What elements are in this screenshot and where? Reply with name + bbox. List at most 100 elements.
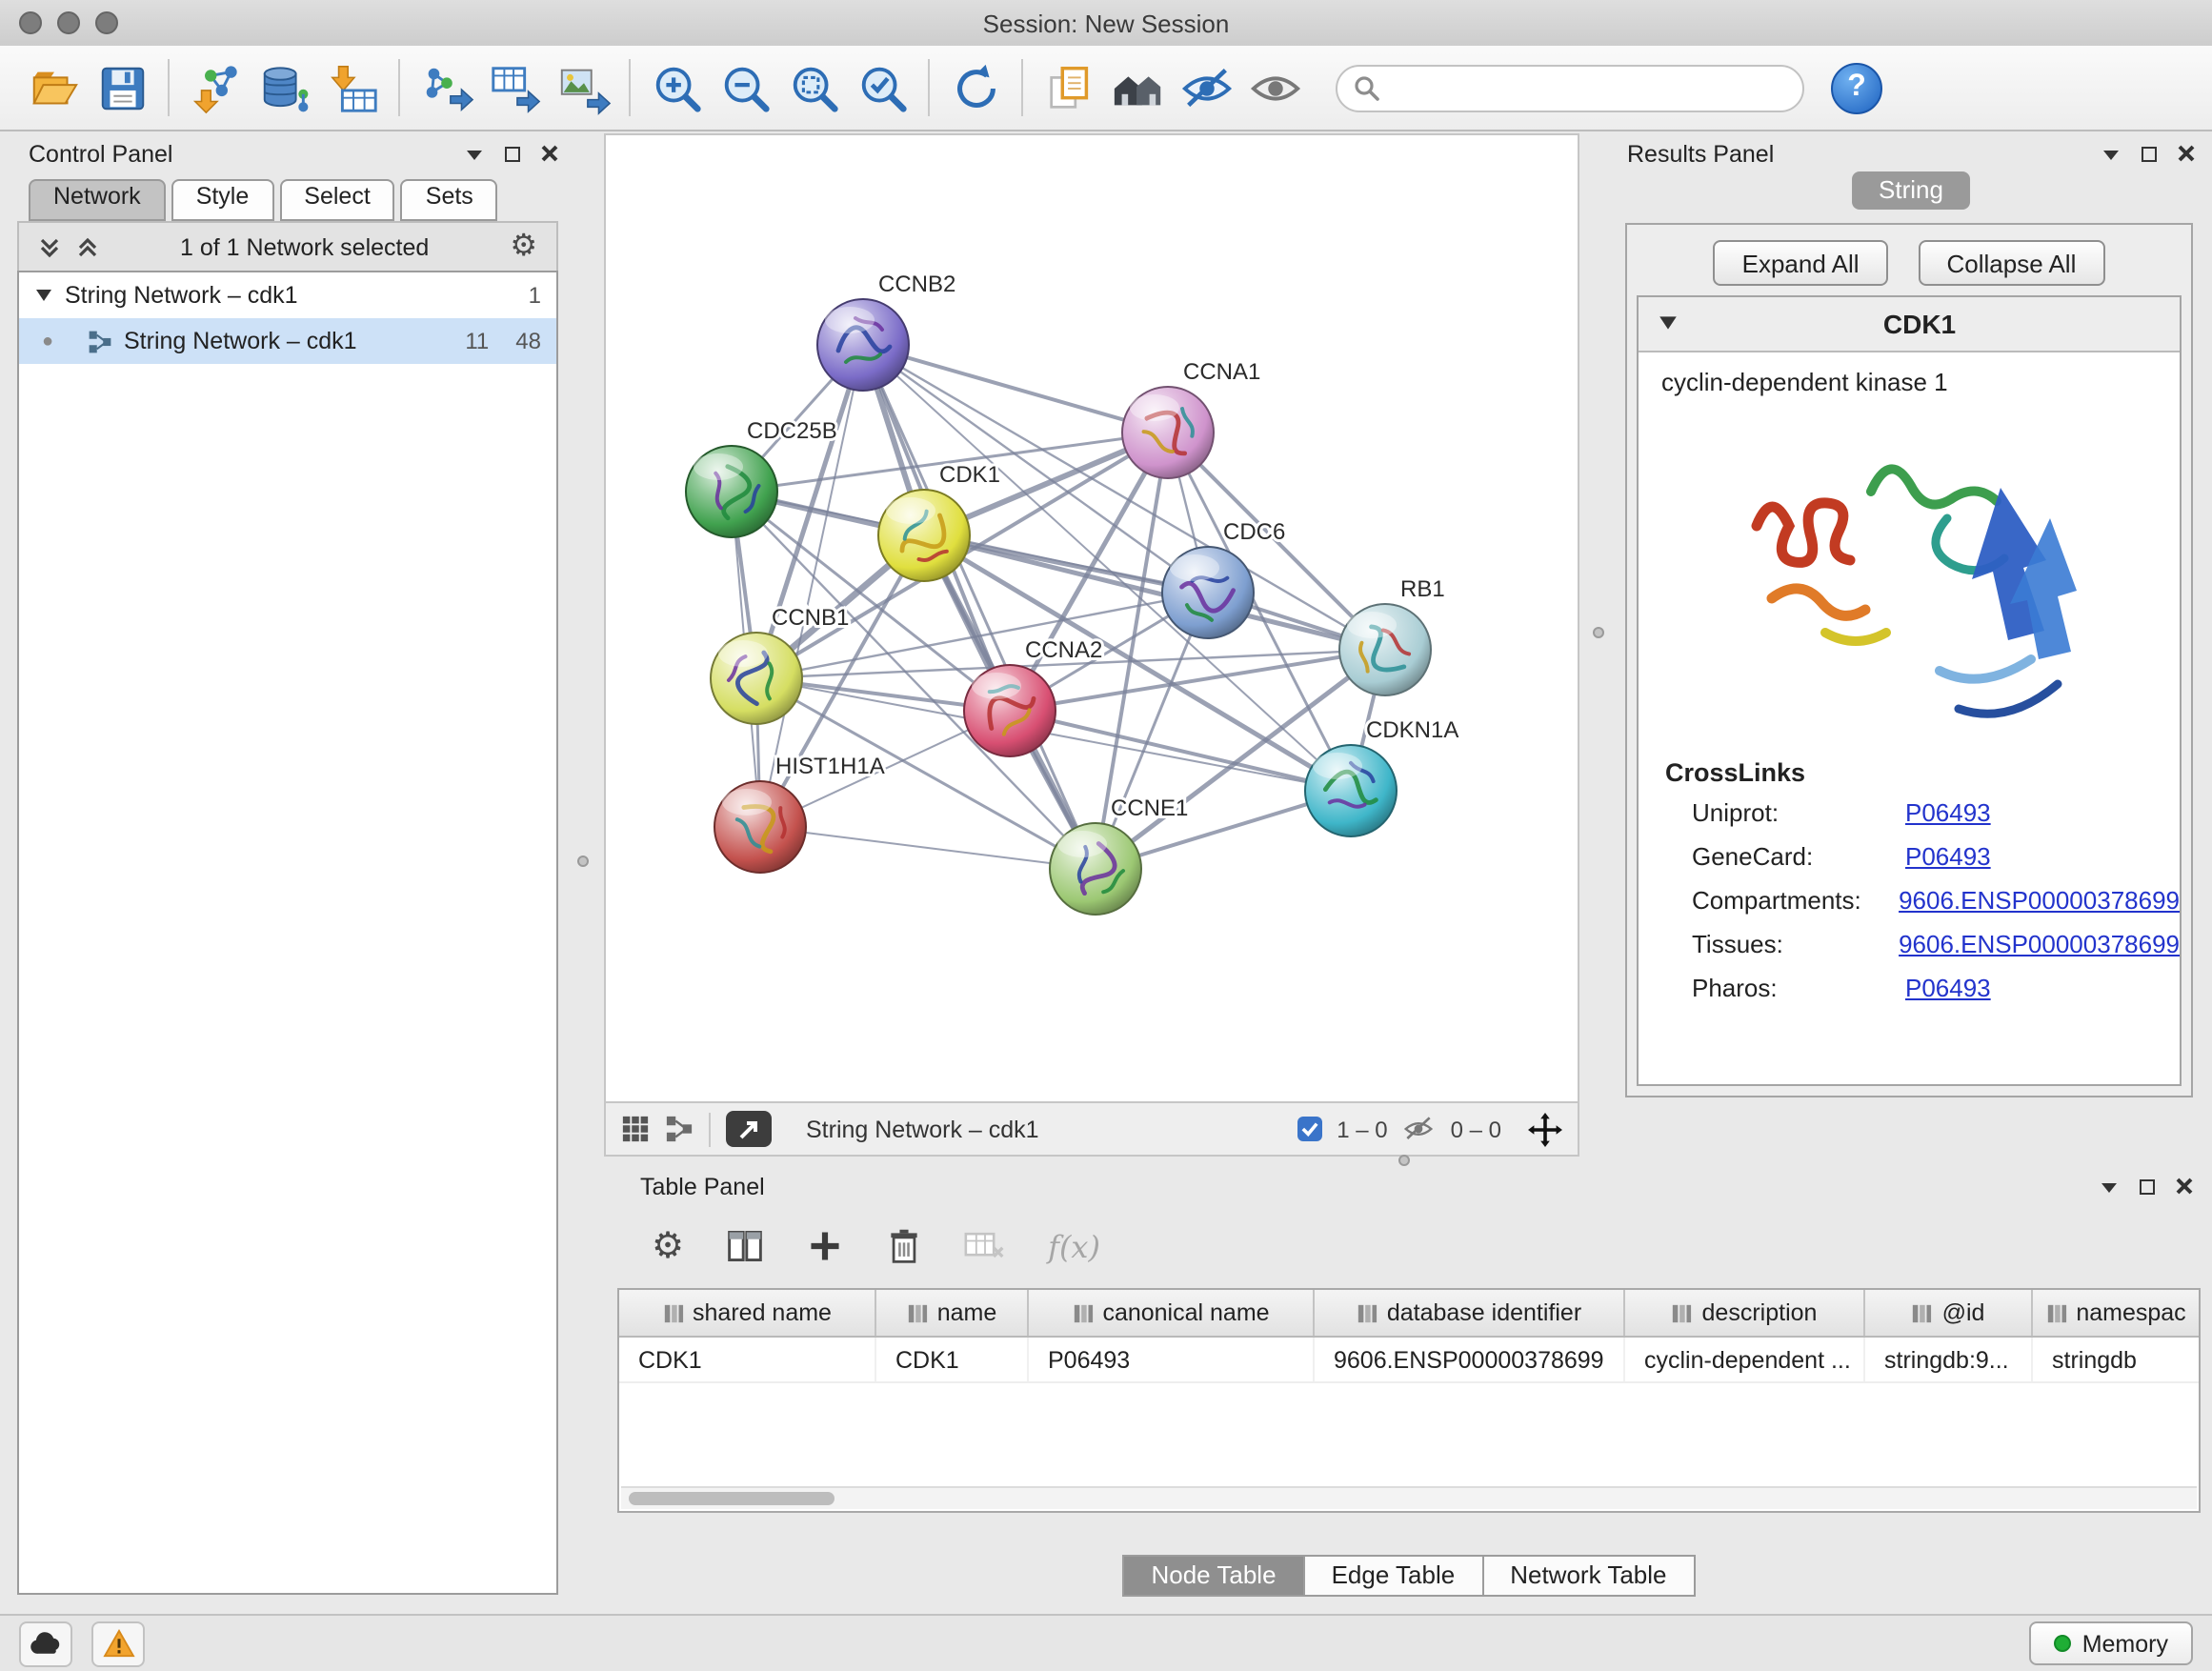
panel-collapse-icon[interactable] <box>465 141 484 168</box>
bottom-splitter-handle[interactable] <box>1398 1155 1410 1166</box>
results-tab-string[interactable]: String <box>1852 171 1970 210</box>
column-header-canonical-name[interactable]: canonical name <box>1029 1290 1315 1336</box>
add-column-icon[interactable] <box>806 1227 844 1265</box>
panel-collapse-icon[interactable] <box>2100 1174 2119 1200</box>
memory-button[interactable]: Memory <box>2029 1621 2193 1665</box>
column-header-name[interactable]: name <box>876 1290 1029 1336</box>
zoom-fit-button[interactable] <box>779 53 848 122</box>
import-network-file-button[interactable] <box>181 53 250 122</box>
column-header-id[interactable]: @id <box>1865 1290 2033 1336</box>
cell-description[interactable]: cyclin-dependent ... <box>1625 1338 1865 1381</box>
network-edge[interactable] <box>1010 711 1351 791</box>
close-window-button[interactable] <box>19 11 42 34</box>
tab-node-table[interactable]: Node Table <box>1122 1555 1304 1597</box>
network-node-hist1h1a[interactable] <box>714 781 806 873</box>
panel-close-icon[interactable] <box>541 141 558 168</box>
show-columns-icon[interactable] <box>726 1227 764 1265</box>
cloud-button[interactable] <box>19 1621 72 1666</box>
share-network-icon[interactable] <box>665 1115 694 1143</box>
network-edge[interactable] <box>863 345 1168 433</box>
column-header-database-identifier[interactable]: database identifier <box>1315 1290 1625 1336</box>
zoom-selected-button[interactable] <box>848 53 916 122</box>
pan-move-icon[interactable] <box>1528 1112 1562 1146</box>
collapse-all-networks-icon[interactable] <box>76 236 99 259</box>
crosslink-uniprot-link[interactable]: P06493 <box>1905 798 1991 827</box>
network-node-cdk1[interactable] <box>878 490 970 581</box>
zoom-out-button[interactable] <box>711 53 779 122</box>
section-collapse-icon[interactable] <box>1658 307 1679 341</box>
tab-network[interactable]: Network <box>29 179 166 221</box>
column-header-namespace[interactable]: namespac <box>2033 1290 2199 1336</box>
minimize-window-button[interactable] <box>57 11 80 34</box>
tree-expand-icon[interactable] <box>34 282 53 309</box>
network-node-cdc6[interactable] <box>1162 547 1254 638</box>
network-node-ccna1[interactable] <box>1122 387 1214 478</box>
warnings-button[interactable] <box>91 1621 145 1666</box>
cell-name[interactable]: CDK1 <box>876 1338 1029 1381</box>
panel-close-icon[interactable] <box>2176 1174 2193 1200</box>
network-node-cdc25b[interactable] <box>686 446 777 537</box>
network-node-ccne1[interactable] <box>1050 823 1141 915</box>
gene-card-header[interactable]: CDK1 <box>1639 297 2180 352</box>
selected-checkbox-icon[interactable] <box>1297 1117 1321 1141</box>
houses-button[interactable] <box>1103 53 1172 122</box>
column-header-description[interactable]: description <box>1625 1290 1865 1336</box>
collapse-all-button[interactable]: Collapse All <box>1919 240 2105 286</box>
search-input[interactable] <box>1391 72 1787 103</box>
scrollbar-thumb[interactable] <box>629 1492 835 1505</box>
copy-documents-button[interactable] <box>1035 53 1103 122</box>
network-node-ccna2[interactable] <box>964 665 1056 756</box>
zoom-window-button[interactable] <box>95 11 118 34</box>
crosslink-pharos-link[interactable]: P06493 <box>1905 974 1991 1002</box>
tab-network-table[interactable]: Network Table <box>1483 1555 1695 1597</box>
export-table-button[interactable] <box>480 53 549 122</box>
export-network-button[interactable] <box>412 53 480 122</box>
save-session-button[interactable] <box>88 53 156 122</box>
tab-edge-table[interactable]: Edge Table <box>1305 1555 1484 1597</box>
cell-namespace[interactable]: stringdb <box>2033 1338 2199 1381</box>
import-network-database-button[interactable] <box>250 53 318 122</box>
open-in-new-window-button[interactable] <box>726 1111 772 1147</box>
network-node-rb1[interactable] <box>1339 604 1431 695</box>
network-canvas[interactable]: CCNB2CCNA1CDC25BCDK1CDC6RB1CCNB1CCNA2CDK… <box>606 135 1578 1103</box>
panel-float-icon[interactable] <box>2142 147 2157 162</box>
cell-shared-name[interactable]: CDK1 <box>619 1338 876 1381</box>
tab-sets[interactable]: Sets <box>401 179 498 221</box>
table-row[interactable]: CDK1 CDK1 P06493 9606.ENSP00000378699 cy… <box>619 1338 2199 1383</box>
crosslink-genecard-link[interactable]: P06493 <box>1905 842 1991 871</box>
show-details-button[interactable] <box>1240 53 1309 122</box>
network-row[interactable]: ● String Network – cdk1 11 48 <box>19 318 556 364</box>
cell-canonical-name[interactable]: P06493 <box>1029 1338 1315 1381</box>
crosslink-tissues-link[interactable]: 9606.ENSP00000378699 <box>1899 930 2180 958</box>
refresh-layout-button[interactable] <box>941 53 1010 122</box>
open-session-button[interactable] <box>19 53 88 122</box>
panel-float-icon[interactable] <box>505 147 520 162</box>
cell-id[interactable]: stringdb:9... <box>1865 1338 2033 1381</box>
horizontal-scrollbar[interactable] <box>621 1486 2197 1509</box>
hide-details-button[interactable] <box>1172 53 1240 122</box>
cell-database-identifier[interactable]: 9606.ENSP00000378699 <box>1315 1338 1625 1381</box>
hidden-eye-strike-icon[interactable] <box>1403 1115 1436 1143</box>
export-image-button[interactable] <box>549 53 617 122</box>
network-node-ccnb2[interactable] <box>817 299 909 391</box>
birds-eye-view-icon[interactable] <box>621 1115 650 1143</box>
panel-float-icon[interactable] <box>2140 1179 2155 1195</box>
panel-close-icon[interactable] <box>2178 141 2195 168</box>
crosslink-compartments-link[interactable]: 9606.ENSP00000378699 <box>1899 886 2180 915</box>
right-splitter-handle[interactable] <box>1593 627 1604 638</box>
column-header-shared-name[interactable]: shared name <box>619 1290 876 1336</box>
network-node-cdkn1a[interactable] <box>1305 745 1397 836</box>
expand-all-button[interactable]: Expand All <box>1714 240 1888 286</box>
tab-style[interactable]: Style <box>171 179 274 221</box>
network-edge[interactable] <box>760 827 1096 869</box>
network-edge[interactable] <box>863 345 1096 869</box>
delete-column-trash-icon[interactable] <box>886 1227 922 1265</box>
table-settings-gear-icon[interactable]: ⚙ <box>652 1228 684 1264</box>
network-collection-row[interactable]: String Network – cdk1 1 <box>19 272 556 318</box>
left-splitter-handle[interactable] <box>577 856 589 867</box>
import-table-button[interactable] <box>318 53 387 122</box>
help-button[interactable]: ? <box>1831 62 1882 113</box>
tab-select[interactable]: Select <box>279 179 395 221</box>
expand-all-networks-icon[interactable] <box>38 236 61 259</box>
network-node-ccnb1[interactable] <box>711 633 802 724</box>
